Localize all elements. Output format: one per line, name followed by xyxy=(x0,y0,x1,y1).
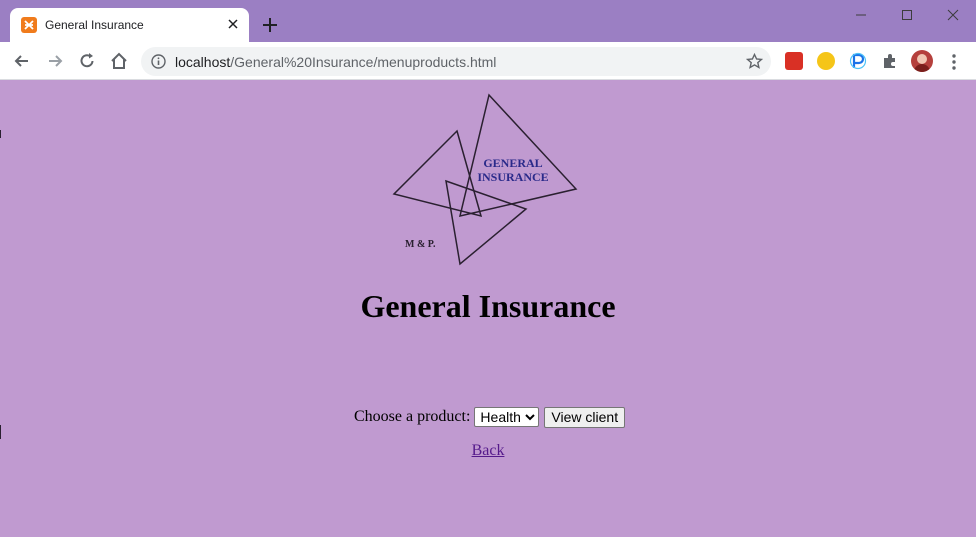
extension-p-icon[interactable] xyxy=(849,52,867,70)
back-link[interactable]: Back xyxy=(0,442,976,460)
back-arrow-icon[interactable] xyxy=(12,51,32,71)
maximize-icon[interactable] xyxy=(897,6,917,24)
info-icon[interactable] xyxy=(151,54,166,69)
url-host: localhost xyxy=(175,54,231,70)
forward-arrow-icon[interactable] xyxy=(45,51,65,71)
home-icon[interactable] xyxy=(109,51,129,71)
product-form: Choose a product: Health View client xyxy=(354,406,626,428)
company-logo: GENERAL INSURANCE M & P. xyxy=(392,93,578,266)
browser-toolbar: localhost/General%20Insurance/menuproduc… xyxy=(0,42,976,80)
tab-title: General Insurance xyxy=(45,18,144,32)
extensions-puzzle-icon[interactable] xyxy=(881,52,899,70)
extension-yellow-icon[interactable] xyxy=(817,52,835,70)
minimize-icon[interactable] xyxy=(851,6,871,24)
new-tab-icon[interactable] xyxy=(261,16,279,34)
logo-line2: INSURANCE xyxy=(477,170,548,184)
page-title: General Insurance xyxy=(360,288,616,324)
reload-icon[interactable] xyxy=(77,51,97,71)
profile-avatar[interactable] xyxy=(911,50,933,72)
url-text[interactable]: localhost/General%20Insurance/menuproduc… xyxy=(175,54,496,70)
xampp-favicon-icon xyxy=(21,17,37,33)
address-bar[interactable]: localhost/General%20Insurance/menuproduc… xyxy=(141,47,771,76)
logo-line1: GENERAL xyxy=(483,156,542,170)
more-menu-icon[interactable] xyxy=(946,53,962,71)
view-client-button[interactable]: View client xyxy=(544,406,626,428)
product-label: Choose a product: xyxy=(354,408,471,425)
logo-initials: M & P. xyxy=(405,239,436,250)
close-window-icon[interactable] xyxy=(943,6,963,24)
url-path: /General%20Insurance/menuproducts.html xyxy=(230,54,497,70)
browser-titlebar: General Insurance xyxy=(0,0,976,42)
page-edge-marks xyxy=(0,130,1,439)
product-select[interactable]: Health xyxy=(474,407,540,427)
bookmark-star-icon[interactable] xyxy=(746,53,763,70)
browser-tab[interactable]: General Insurance xyxy=(10,8,249,42)
tab-close-icon[interactable] xyxy=(225,16,241,32)
extension-red-icon[interactable] xyxy=(785,52,803,70)
